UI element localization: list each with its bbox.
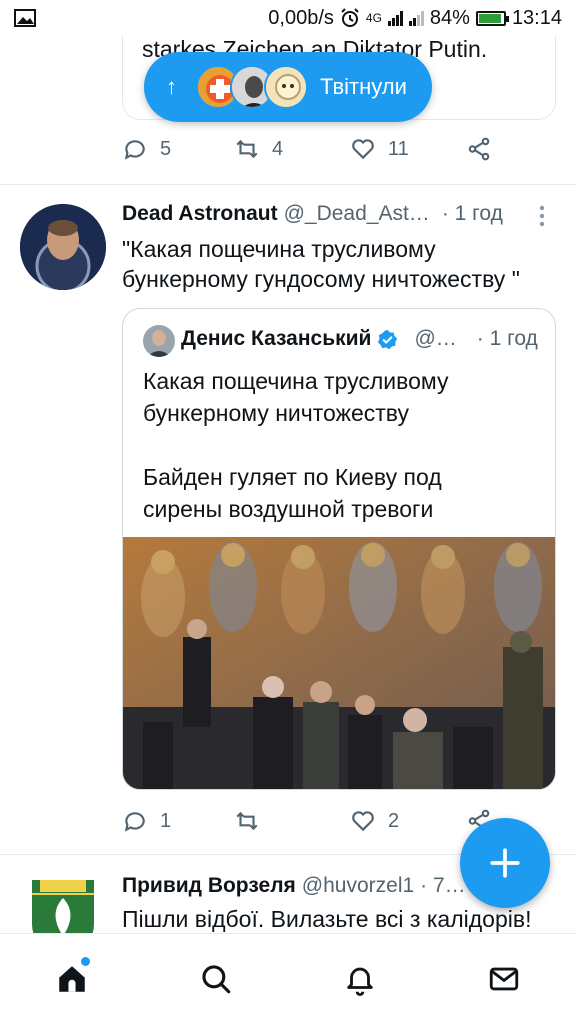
tweet-time: · 1 год	[441, 202, 503, 225]
quoted-text-paragraph-2: Байден гуляет по Киеву под сирены воздуш…	[143, 464, 442, 522]
bell-icon	[347, 967, 373, 996]
quoted-avatar	[143, 325, 175, 357]
battery-icon	[475, 10, 509, 26]
reply-count: 5	[160, 137, 172, 160]
nav-notifications[interactable]	[330, 949, 390, 1009]
tweet-text: Пішли відбої. Вилазьте всі з калідорів!	[122, 906, 532, 932]
author-handle[interactable]: @huvorzel1	[302, 874, 414, 898]
reply-count: 1	[160, 809, 172, 832]
nav-home[interactable]	[42, 949, 102, 1009]
reply-button[interactable]: 5	[122, 136, 234, 162]
clock: 13:14	[511, 6, 562, 29]
retweet-count: 4	[272, 137, 284, 160]
avatar[interactable]	[20, 204, 106, 290]
retweet-button[interactable]: 4	[234, 136, 350, 162]
tweet-actions: 1 2	[122, 808, 502, 834]
author-name[interactable]: Dead Astronaut	[122, 202, 278, 226]
status-bar: 0,00b/s 4G 84% 13:14	[0, 0, 576, 36]
image-notification-icon	[14, 9, 36, 27]
share-icon	[468, 137, 490, 161]
pill-label: Твітнули	[320, 74, 407, 99]
quoted-tweet-card[interactable]: Денис Казанський @… · 1 год Какая пощечи…	[122, 308, 556, 790]
quoted-author-handle: @…	[414, 327, 457, 350]
mail-icon	[489, 967, 519, 991]
share-button[interactable]	[466, 136, 492, 162]
home-icon	[59, 966, 85, 992]
timeline-feed[interactable]: starkes Zeichen an Diktator Putin. 5 4 1…	[0, 36, 576, 933]
compose-tweet-button[interactable]	[460, 818, 550, 908]
new-tweets-pill[interactable]: ↑ Твітнули	[144, 52, 432, 122]
tweet-divider	[0, 184, 576, 185]
heart-icon	[352, 811, 374, 832]
tweet-time: · 7…	[420, 874, 466, 897]
more-options-icon[interactable]	[536, 204, 548, 228]
reply-icon	[124, 812, 145, 832]
nav-search[interactable]	[186, 949, 246, 1009]
avatar[interactable]	[22, 874, 104, 933]
alarm-clock-icon	[341, 8, 359, 27]
retweet-icon	[236, 811, 258, 831]
network-type: 4G	[365, 11, 382, 25]
quoted-photo[interactable]	[123, 537, 556, 790]
retweet-button[interactable]	[234, 808, 350, 834]
bottom-navigation	[0, 933, 576, 1024]
retweet-icon	[236, 139, 258, 159]
like-button[interactable]: 11	[350, 136, 466, 162]
like-button[interactable]: 2	[350, 808, 466, 834]
quoted-author-name: Денис Казанський	[181, 327, 372, 350]
author-handle[interactable]: @_Dead_Ast…	[284, 202, 430, 226]
author-name[interactable]: Привид Ворзеля	[122, 874, 296, 898]
like-count: 2	[388, 809, 400, 832]
tweet-header: Dead Astronaut @_Dead_Ast… · 1 год	[122, 202, 552, 226]
heart-icon	[352, 139, 374, 160]
signal-strength-sim2-icon	[408, 10, 424, 26]
quoted-text-paragraph-1: Какая пощечина трусливому бункерному нич…	[143, 368, 449, 426]
pill-avatars	[196, 65, 308, 109]
reply-icon	[124, 140, 145, 160]
signal-strength-icon	[387, 10, 403, 26]
notification-dot	[81, 957, 90, 966]
nav-messages[interactable]	[474, 949, 534, 1009]
tweet-text: "Какая пощечина трусливому бункерному гу…	[122, 236, 520, 292]
quoted-tweet-time: · 1 год	[476, 327, 538, 350]
arrow-up-icon: ↑	[166, 74, 177, 99]
search-icon	[202, 965, 231, 994]
avatar	[264, 65, 308, 109]
network-speed: 0,00b/s	[268, 6, 334, 29]
previous-tweet-actions: 5 4 11	[122, 136, 502, 162]
plus-icon	[490, 848, 520, 878]
reply-button[interactable]: 1	[122, 808, 234, 834]
like-count: 11	[388, 137, 409, 160]
battery-percent: 84%	[429, 6, 470, 29]
verified-badge-icon	[378, 329, 398, 349]
quoted-header: Денис Казанський @… · 1 год	[181, 327, 551, 351]
